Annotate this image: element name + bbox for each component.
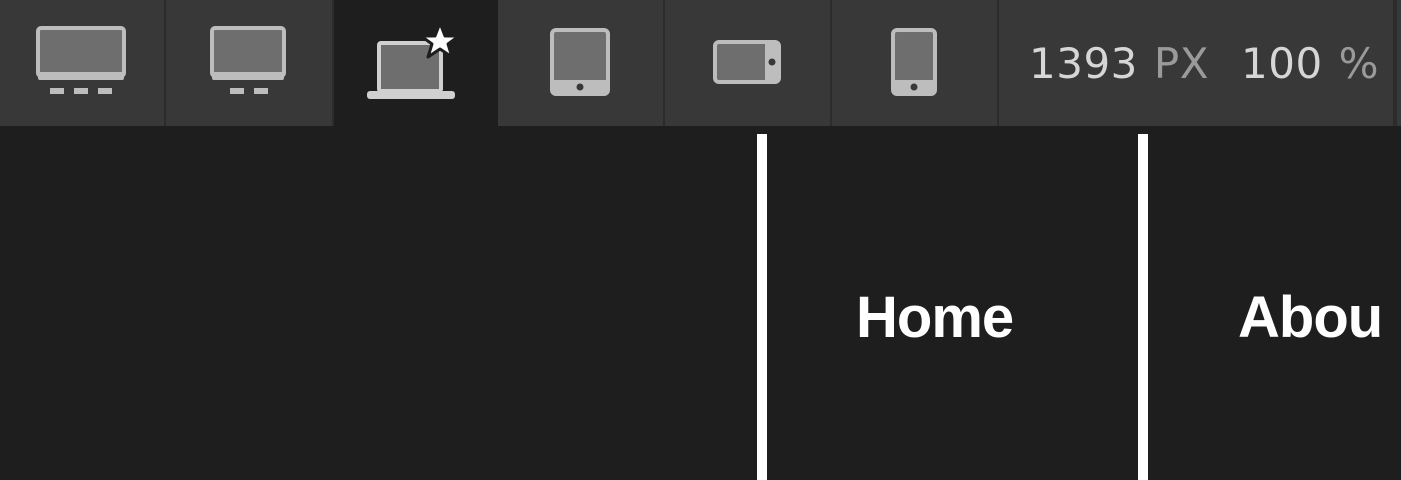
breakpoint-desktop[interactable]: [166, 0, 334, 126]
nav-divider: [1138, 134, 1148, 480]
breakpoint-laptop-primary[interactable]: [334, 0, 498, 126]
nav-divider: [757, 134, 767, 480]
breakpoint-toolbar: 1393 PX 100 %: [0, 0, 1401, 126]
tablet-portrait-icon: [549, 28, 610, 96]
width-value[interactable]: 1393: [1029, 39, 1138, 88]
nav-link-about[interactable]: Abou: [1238, 278, 1383, 358]
desktop-icon: [210, 26, 286, 94]
breakpoint-tablet-landscape[interactable]: [665, 0, 832, 126]
zoom-unit: %: [1338, 38, 1380, 88]
laptop-star-icon: [367, 21, 461, 99]
nav-link-home[interactable]: Home: [856, 278, 1014, 358]
breakpoint-phone[interactable]: [832, 0, 999, 126]
design-canvas: Home Abou: [0, 126, 1401, 480]
breakpoint-tablet-portrait[interactable]: [498, 0, 665, 126]
phone-icon: [890, 28, 937, 96]
width-unit: PX: [1153, 38, 1209, 88]
tablet-landscape-icon: [712, 40, 781, 84]
zoom-value[interactable]: 100: [1241, 39, 1323, 88]
desktop-large-icon: [36, 26, 126, 94]
canvas-size-readout: 1393 PX 100 %: [999, 0, 1397, 126]
breakpoint-desktop-large[interactable]: [0, 0, 166, 126]
